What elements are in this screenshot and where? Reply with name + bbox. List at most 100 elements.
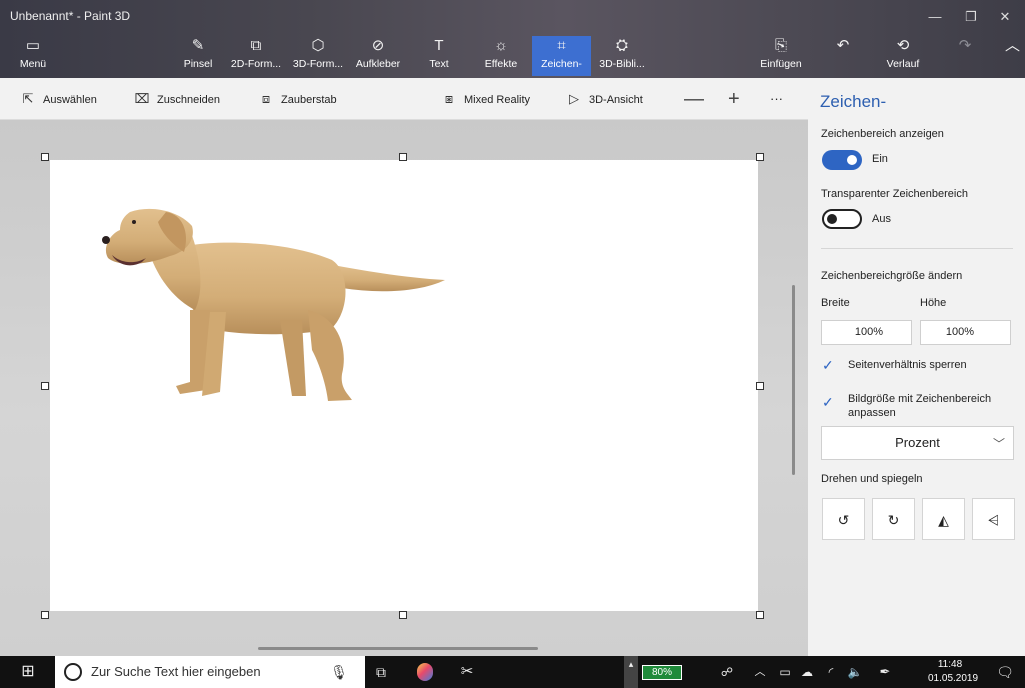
magic-select-icon: ⧈ (261, 91, 271, 106)
zoom-in-button[interactable]: + (728, 78, 740, 120)
width-input[interactable]: 100% (821, 320, 912, 345)
flip-vertical-icon: ⩤ (987, 512, 1000, 528)
ribbon-tool-brushes[interactable]: ✎ Pinsel (178, 36, 218, 76)
close-button[interactable]: ✕ (990, 6, 1020, 28)
rotate-left-button[interactable]: ↺ (822, 498, 865, 540)
volume-button[interactable]: 🔈 (846, 656, 864, 688)
vertical-scrollbar[interactable] (792, 285, 795, 475)
ribbon-tool-stickers[interactable]: ⊘ Aufkleber (351, 36, 405, 76)
ribbon-tool-3d-shapes[interactable]: ⬡ 3D-Form... (289, 36, 347, 76)
ribbon-tool-3d-library[interactable]: ⛭ 3D-Bibli... (595, 36, 649, 76)
task-view-button[interactable]: ⧉ (366, 656, 396, 688)
paste-button[interactable]: ⎘ Einfügen (757, 36, 805, 76)
window-title: Unbenannt* - Paint 3D (10, 9, 131, 23)
restore-button[interactable]: ❐ (956, 6, 986, 28)
taskbar-search-input[interactable]: Zur Suche Text hier eingeben (55, 656, 365, 688)
ribbon-tool-effects[interactable]: ☼ Effekte (478, 36, 524, 76)
ribbon-tool-text[interactable]: T Text (420, 36, 458, 76)
3d-library-icon: ⛭ (615, 37, 628, 54)
drawing-canvas[interactable] (50, 160, 758, 611)
rotate-flip-label: Drehen und spiegeln (821, 473, 923, 485)
mixed-reality-icon: ⧆ (444, 91, 454, 106)
pen-workspace-button[interactable]: ✒ (874, 656, 896, 688)
clock-date: 01.05.2019 (928, 673, 979, 684)
rotate-left-icon: ↺ (837, 512, 850, 528)
snipping-tool-taskbar-app[interactable]: ✂ (452, 656, 482, 688)
dog-3d-model[interactable] (50, 160, 758, 611)
canvas-settings-panel: Zeichen- Zeichenbereich anzeigen Ein Tra… (808, 78, 1025, 656)
3d-view-icon: ▷ (569, 91, 579, 106)
microphone-button[interactable]: 🎙 (326, 656, 352, 688)
title-and-ribbon-bar: Unbenannt* - Paint 3D — ❐ ✕ ▭ Menü ✎ Pin… (0, 0, 1025, 78)
resize-handle-top-left[interactable] (41, 153, 49, 161)
show-canvas-toggle[interactable] (822, 150, 862, 170)
effects-icon: ☼ (494, 37, 508, 54)
windows-logo-icon: ⊞ (21, 663, 35, 680)
unit-dropdown[interactable]: Prozent ﹀ (821, 426, 1014, 460)
workspace[interactable] (0, 120, 808, 656)
windows-taskbar: ⊞ Zur Suche Text hier eingeben 🎙 ⧉ ✂ ▴ 8… (0, 656, 1025, 688)
resize-handle-bottom[interactable] (399, 611, 407, 619)
collapse-ribbon-button[interactable]: ︿ (1000, 36, 1025, 76)
canvas-toolbar: ⇱ Auswählen ⌧ Zuschneiden ⧈ Zauberstab ⧆ Mix… (0, 78, 808, 120)
snipping-tool-icon: ✂ (460, 663, 474, 680)
lock-aspect-checkbox[interactable]: ✓ (822, 357, 838, 373)
zoom-out-button[interactable]: — (684, 78, 704, 120)
more-options-button[interactable]: ··· (770, 78, 783, 120)
magic-select-button[interactable]: ⧈ Zauberstab (258, 78, 337, 120)
flip-vertical-button[interactable]: ⩤ (972, 498, 1015, 540)
horizontal-scrollbar[interactable] (258, 647, 538, 650)
resize-handle-left[interactable] (41, 382, 49, 390)
chevron-up-icon: ︿ (754, 666, 766, 678)
resize-handle-top-right[interactable] (756, 153, 764, 161)
network-button[interactable]: ◜ (822, 656, 840, 688)
onedrive-cloud-icon: ☁ (801, 665, 813, 679)
chevron-down-icon: ﹀ (992, 437, 1005, 451)
task-view-icon: ⧉ (376, 664, 386, 680)
transparent-canvas-toggle[interactable] (822, 209, 862, 229)
action-center-button[interactable]: 🗨 (992, 656, 1018, 688)
3d-shapes-icon: ⬡ (311, 37, 325, 54)
cursor-icon: ⇱ (22, 91, 34, 106)
battery-indicator[interactable]: 80% (642, 665, 682, 680)
paint-3d-taskbar-app[interactable] (410, 656, 440, 688)
resize-handle-right[interactable] (756, 382, 764, 390)
people-button[interactable]: ☍ (716, 656, 738, 688)
resize-handle-top[interactable] (399, 153, 407, 161)
battery-flyout-toggle[interactable]: ▴ (624, 656, 638, 688)
rotate-right-button[interactable]: ↻ (872, 498, 915, 540)
minimize-button[interactable]: — (920, 6, 950, 28)
crop-button[interactable]: ⌧ Zuschneiden (134, 78, 221, 120)
onedrive-button[interactable]: ☁ (798, 656, 816, 688)
microphone-icon: 🎙 (330, 664, 348, 680)
resize-image-label: Bildgröße mit Zeichenbereich anpassen (848, 393, 992, 419)
rotate-right-icon: ↻ (887, 512, 900, 528)
history-button[interactable]: ⟲ Verlauf (880, 36, 926, 76)
resize-image-checkbox[interactable]: ✓ (822, 394, 838, 410)
select-button[interactable]: ⇱ Auswählen (20, 78, 97, 120)
panel-divider (821, 248, 1013, 249)
system-clock[interactable]: 11:48 01.05.2019 (928, 658, 979, 686)
menu-button[interactable]: ▭ Menü (10, 36, 56, 76)
unit-dropdown-value: Prozent (895, 435, 940, 450)
3d-view-button[interactable]: ▷ 3D-Ansicht (566, 78, 643, 120)
resize-handle-bottom-right[interactable] (756, 611, 764, 619)
battery-tray-button[interactable]: ▭ (776, 656, 794, 688)
undo-button[interactable]: ↶ (828, 36, 858, 76)
show-hidden-icons-button[interactable]: ︿ (752, 656, 768, 688)
start-button[interactable]: ⊞ (10, 656, 46, 688)
cortana-icon (64, 663, 82, 681)
notifications-icon: 🗨 (996, 664, 1014, 680)
flip-horizontal-button[interactable]: ◭ (922, 498, 965, 540)
lock-aspect-label: Seitenverhältnis sperren (848, 359, 967, 371)
redo-button[interactable]: ↷ (950, 36, 980, 76)
resize-handle-bottom-left[interactable] (41, 611, 49, 619)
ribbon-tool-2d-shapes[interactable]: ⧉ 2D-Form... (228, 36, 284, 76)
battery-tray-icon: ▭ (779, 665, 791, 679)
stickers-icon: ⊘ (371, 37, 385, 54)
height-input[interactable]: 100% (920, 320, 1011, 345)
mixed-reality-button[interactable]: ⧆ Mixed Reality (441, 78, 530, 120)
ribbon-tool-canvas[interactable]: ⌗ Zeichen- (532, 36, 591, 76)
canvas-icon: ⌗ (557, 37, 566, 54)
show-canvas-state: Ein (872, 153, 888, 165)
